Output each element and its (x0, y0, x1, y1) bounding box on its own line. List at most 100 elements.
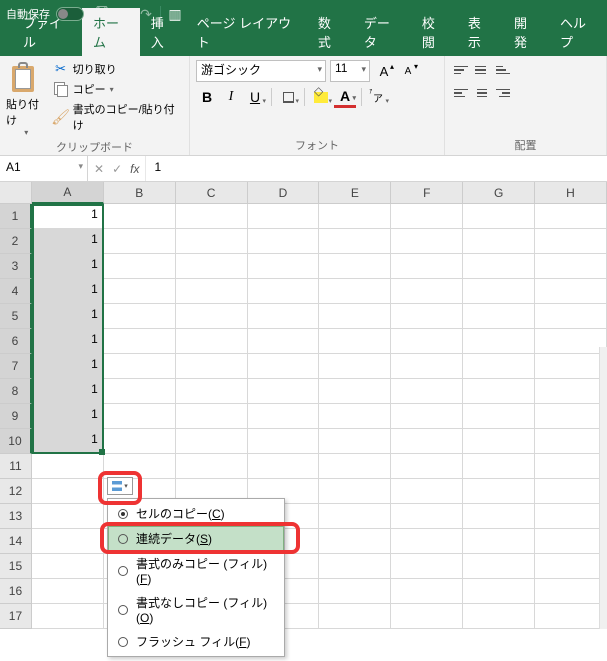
cell-B1[interactable] (104, 204, 176, 229)
cell-A3[interactable]: 1 (32, 254, 104, 279)
valign-top-button[interactable] (451, 60, 471, 80)
copy-button[interactable]: コピー ▾ (51, 80, 183, 98)
col-header-G[interactable]: G (463, 182, 535, 204)
cell-E8[interactable] (319, 379, 391, 404)
cell-G5[interactable] (463, 304, 535, 329)
autofill-menu-item-3[interactable]: 書式なしコピー (フィル)(O) (108, 590, 284, 629)
col-header-F[interactable]: F (391, 182, 463, 204)
cell-A5[interactable]: 1 (32, 304, 104, 329)
cell-G17[interactable] (463, 604, 535, 629)
autofill-menu-item-0[interactable]: セルのコピー(C) (108, 501, 284, 526)
row-header-6[interactable]: 6 (0, 329, 32, 354)
cell-H16[interactable] (535, 579, 607, 604)
col-header-D[interactable]: D (248, 182, 320, 204)
shrink-font-button[interactable]: A▾ (398, 60, 418, 82)
cell-B2[interactable] (104, 229, 176, 254)
redo-icon[interactable]: ↷ (138, 6, 154, 22)
col-header-C[interactable]: C (176, 182, 248, 204)
cell-B3[interactable] (104, 254, 176, 279)
tab-formulas[interactable]: 数式 (307, 8, 353, 56)
halign-center-button[interactable] (472, 83, 492, 103)
cell-H9[interactable] (535, 404, 607, 429)
cell-G16[interactable] (463, 579, 535, 604)
cell-H10[interactable] (535, 429, 607, 454)
cell-G2[interactable] (463, 229, 535, 254)
tab-review[interactable]: 校閲 (411, 8, 457, 56)
cell-A16[interactable] (32, 579, 104, 604)
row-header-15[interactable]: 15 (0, 554, 32, 579)
valign-bottom-button[interactable] (493, 60, 513, 80)
border-button[interactable]: ▾ (277, 86, 299, 108)
cell-A2[interactable]: 1 (32, 229, 104, 254)
cell-A4[interactable]: 1 (32, 279, 104, 304)
cell-E12[interactable] (319, 479, 391, 504)
cut-button[interactable]: ✂ 切り取り (51, 60, 183, 78)
autofill-options-button[interactable]: ▾ (107, 477, 133, 495)
cell-F14[interactable] (391, 529, 463, 554)
row-header-12[interactable]: 12 (0, 479, 32, 504)
cell-H12[interactable] (535, 479, 607, 504)
font-size-select[interactable]: 11 (330, 60, 370, 82)
cell-A6[interactable]: 1 (32, 329, 104, 354)
cell-F5[interactable] (391, 304, 463, 329)
row-header-14[interactable]: 14 (0, 529, 32, 554)
cell-A14[interactable] (32, 529, 104, 554)
row-header-13[interactable]: 13 (0, 504, 32, 529)
cell-C5[interactable] (176, 304, 248, 329)
row-header-16[interactable]: 16 (0, 579, 32, 604)
cell-H3[interactable] (535, 254, 607, 279)
cell-D1[interactable] (248, 204, 320, 229)
cell-D5[interactable] (248, 304, 320, 329)
valign-middle-button[interactable] (472, 60, 492, 80)
cell-B10[interactable] (104, 429, 176, 454)
cell-G8[interactable] (463, 379, 535, 404)
cell-B5[interactable] (104, 304, 176, 329)
cell-A9[interactable]: 1 (32, 404, 104, 429)
insert-function-icon[interactable]: fx (130, 162, 139, 176)
cell-E5[interactable] (319, 304, 391, 329)
cell-F17[interactable] (391, 604, 463, 629)
row-header-10[interactable]: 10 (0, 429, 32, 454)
cell-E9[interactable] (319, 404, 391, 429)
halign-left-button[interactable] (451, 83, 471, 103)
format-painter-button[interactable]: 🖌 書式のコピー/貼り付け (51, 100, 183, 134)
cell-D3[interactable] (248, 254, 320, 279)
cell-E1[interactable] (319, 204, 391, 229)
paste-button[interactable]: 貼り付け ▾ (6, 60, 47, 137)
vertical-scrollbar[interactable] (599, 347, 607, 629)
cell-G15[interactable] (463, 554, 535, 579)
cancel-formula-icon[interactable]: ✕ (94, 162, 104, 176)
col-header-H[interactable]: H (535, 182, 607, 204)
row-header-5[interactable]: 5 (0, 304, 32, 329)
cell-C2[interactable] (176, 229, 248, 254)
name-box[interactable]: A1 (0, 156, 88, 181)
underline-button[interactable]: U▾ (244, 86, 266, 108)
cell-C4[interactable] (176, 279, 248, 304)
cell-E3[interactable] (319, 254, 391, 279)
cell-F13[interactable] (391, 504, 463, 529)
formula-input[interactable]: 1 (146, 156, 607, 181)
cell-C7[interactable] (176, 354, 248, 379)
autofill-menu-item-1[interactable]: 連続データ(S) (108, 526, 284, 551)
cell-C11[interactable] (176, 454, 248, 479)
cell-H11[interactable] (535, 454, 607, 479)
tab-page-layout[interactable]: ページ レイアウト (186, 8, 307, 56)
cell-H17[interactable] (535, 604, 607, 629)
font-name-select[interactable]: 游ゴシック (196, 60, 326, 82)
col-header-A[interactable]: A (32, 182, 104, 204)
cell-D8[interactable] (248, 379, 320, 404)
cell-E6[interactable] (319, 329, 391, 354)
cell-H13[interactable] (535, 504, 607, 529)
cell-H6[interactable] (535, 329, 607, 354)
cell-D9[interactable] (248, 404, 320, 429)
cell-F10[interactable] (391, 429, 463, 454)
tab-view[interactable]: 表示 (457, 8, 503, 56)
autofill-menu-item-2[interactable]: 書式のみコピー (フィル)(F) (108, 551, 284, 590)
cell-C3[interactable] (176, 254, 248, 279)
cell-C1[interactable] (176, 204, 248, 229)
cell-C9[interactable] (176, 404, 248, 429)
cell-E4[interactable] (319, 279, 391, 304)
cell-G1[interactable] (463, 204, 535, 229)
cell-G7[interactable] (463, 354, 535, 379)
cell-G14[interactable] (463, 529, 535, 554)
